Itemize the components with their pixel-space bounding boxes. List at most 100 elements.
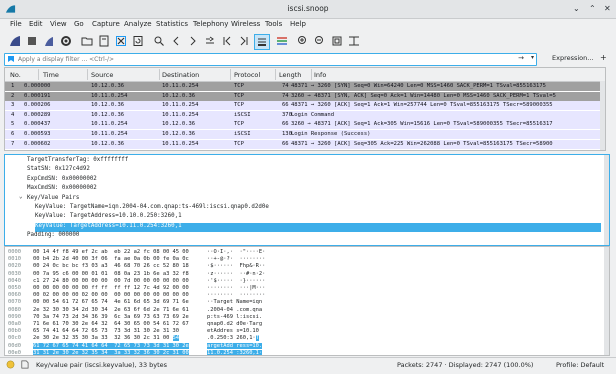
close-icon[interactable]: ✕ bbox=[604, 4, 611, 13]
hex-ascii-highlighted[interactable]: 11.0.254 :3260,1· bbox=[207, 349, 263, 355]
hex-ascii[interactable]: qnap0.d2 d0e·Targ bbox=[207, 321, 262, 327]
tree-item[interactable]: TargetTransferTag: 0xffffffff bbox=[27, 157, 587, 166]
tree-item[interactable]: StatSN: 0x127c4d92 bbox=[27, 166, 587, 175]
hex-bytes[interactable]: c1 27 24 80 00 00 00 00 00 7d 00 00 00 0… bbox=[33, 278, 189, 284]
packet-list-scrollbar[interactable] bbox=[600, 81, 605, 150]
open-file-icon[interactable] bbox=[80, 34, 94, 48]
capture-options-gear-icon[interactable] bbox=[59, 34, 73, 48]
packet-row[interactable]: 3 0.000206 10.12.0.36 10.11.0.254 TCP 66 48371… bbox=[5, 101, 605, 111]
colorize-icon[interactable] bbox=[275, 34, 289, 48]
status-profile[interactable]: Profile: Default bbox=[556, 361, 604, 369]
last-packet-icon[interactable] bbox=[237, 34, 251, 48]
normal-size-icon[interactable] bbox=[330, 34, 344, 48]
add-filter-button[interactable]: + bbox=[600, 53, 607, 62]
column-source[interactable]: Source bbox=[91, 71, 113, 79]
expression-button[interactable]: Expression... bbox=[552, 54, 593, 62]
menu-statistics[interactable]: Statistics bbox=[156, 20, 188, 28]
close-file-icon[interactable] bbox=[114, 34, 128, 48]
column-length[interactable]: Length bbox=[279, 71, 301, 79]
hex-ascii[interactable]: 11.0.254 :3260,1· bbox=[207, 349, 263, 355]
hex-ascii[interactable]: ········ ········ bbox=[207, 292, 265, 298]
hex-ascii[interactable]: p:ts-469 l:iscsi. bbox=[207, 314, 262, 320]
packet-row[interactable]: 1 0.000000 10.12.0.36 10.11.0.254 TCP 74 48371… bbox=[5, 82, 605, 91]
shark-fin-start-icon[interactable] bbox=[8, 34, 22, 48]
hex-ascii[interactable]: ·$······ Fhp&·R·· bbox=[207, 263, 265, 269]
column-no[interactable]: No. bbox=[10, 71, 21, 79]
tree-item[interactable]: Padding: 000000 bbox=[27, 232, 587, 241]
hex-ascii[interactable]: .2004-04 .com.qna bbox=[207, 307, 262, 313]
hex-bytes[interactable]: 00 b4 2b 2d 40 00 3f 06 fa ae 0a 0b 00 f… bbox=[33, 256, 189, 262]
find-packet-search-icon[interactable] bbox=[152, 34, 166, 48]
menu-go[interactable]: Go bbox=[74, 20, 84, 28]
stop-capture-icon[interactable] bbox=[25, 34, 39, 48]
hex-bytes[interactable]: 65 74 41 64 64 72 65 73 73 3d 31 30 2e 3… bbox=[33, 328, 179, 334]
hex-bytes[interactable]: 61 72 67 65 74 41 64 64 72 65 73 73 3d 3… bbox=[33, 342, 189, 349]
tree-item[interactable]: ExpCmdSN: 0x00000002 bbox=[27, 176, 587, 185]
hex-bytes-highlighted[interactable]: 54 bbox=[172, 335, 180, 342]
hex-ascii[interactable]: .0.250:3 260,1·T bbox=[207, 335, 259, 342]
go-to-packet-icon[interactable] bbox=[203, 34, 217, 48]
menu-edit[interactable]: Edit bbox=[29, 20, 43, 28]
tree-item[interactable]: MaxCmdSN: 0x00000002 bbox=[27, 185, 587, 194]
hex-ascii[interactable]: ·'$····· ·}······ bbox=[207, 278, 265, 284]
hex-ascii[interactable]: ········ ···|M··· bbox=[207, 285, 265, 291]
hex-bytes[interactable]: 00 7a 95 c6 00 00 01 01 08 0a 23 1b 6e a… bbox=[33, 271, 189, 277]
go-back-chevron-icon[interactable] bbox=[169, 34, 183, 48]
first-packet-icon[interactable] bbox=[220, 34, 234, 48]
restart-fin-icon[interactable] bbox=[42, 34, 56, 48]
bookmark-icon[interactable] bbox=[7, 55, 15, 63]
hex-bytes[interactable]: 00 00 54 61 72 67 65 74 4e 61 6d 65 3d 6… bbox=[33, 299, 189, 305]
menu-analyze[interactable]: Analyze bbox=[124, 20, 152, 28]
column-info[interactable]: Info bbox=[314, 71, 326, 79]
zoom-in-icon[interactable] bbox=[296, 34, 310, 48]
tree-item[interactable]: KeyValue: TargetAddress=10.10.0.250:3260… bbox=[35, 213, 601, 222]
menu-view[interactable]: View bbox=[50, 20, 67, 28]
apply-filter-arrow-icon[interactable]: → bbox=[518, 54, 524, 62]
go-forward-chevron-icon[interactable] bbox=[186, 34, 200, 48]
bytes-scrollbar[interactable] bbox=[604, 247, 609, 355]
expert-info-icon[interactable] bbox=[6, 360, 15, 371]
save-file-icon[interactable] bbox=[97, 34, 111, 48]
display-filter-field[interactable]: → ▾ bbox=[4, 53, 537, 66]
hex-bytes[interactable]: 70 3a 74 73 2d 34 36 39 6c 3a 69 73 63 7… bbox=[33, 314, 189, 320]
autoscroll-icon[interactable] bbox=[254, 34, 270, 50]
column-destination[interactable]: Destination bbox=[162, 71, 199, 79]
hex-bytes[interactable]: 71 6e 61 70 30 2e 64 32 64 30 65 00 54 6… bbox=[33, 321, 189, 327]
menu-telephony[interactable]: Telephony bbox=[193, 20, 228, 28]
resize-columns-icon[interactable] bbox=[347, 34, 361, 48]
column-protocol[interactable]: Protocol bbox=[234, 71, 260, 79]
hex-bytes[interactable]: 00 02 00 00 00 02 00 00 00 00 00 00 00 0… bbox=[33, 292, 189, 298]
hex-bytes-highlighted[interactable]: 31 31 2e 30 2e 32 35 34 3a 33 32 36 30 2… bbox=[33, 349, 189, 355]
menu-help[interactable]: Help bbox=[290, 20, 306, 28]
hex-ascii[interactable]: ··+-@·?· ········ bbox=[207, 256, 265, 262]
packet-row[interactable]: 6 0.000593 10.11.0.254 10.12.0.36 iSCSI 130 Lo… bbox=[5, 130, 605, 139]
packet-row[interactable]: 2 0.000191 10.11.0.254 10.12.0.36 TCP 74 3260 … bbox=[5, 91, 605, 101]
filter-dropdown-chevron-icon[interactable]: ▾ bbox=[531, 54, 534, 61]
hex-bytes[interactable]: 2e 32 30 30 34 2d 30 34 2e 63 6f 6d 2e 7… bbox=[33, 307, 189, 313]
hex-bytes[interactable]: 00 14 4f f8 49 ef 2c ab eb 22 a2 fc 08 0… bbox=[33, 249, 189, 255]
hex-bytes-highlighted[interactable]: 61 72 67 65 74 41 64 64 72 65 73 73 3d 3… bbox=[33, 342, 189, 349]
packet-row[interactable]: 4 0.000289 10.12.0.36 10.11.0.254 iSCSI 370 Lo… bbox=[5, 110, 605, 120]
hex-bytes[interactable]: 2e 30 2e 32 35 30 3a 33 32 36 30 2c 31 0… bbox=[33, 335, 180, 342]
menu-tools[interactable]: Tools bbox=[265, 20, 282, 28]
column-time[interactable]: Time bbox=[43, 71, 59, 79]
reload-file-icon[interactable] bbox=[131, 34, 145, 48]
tree-node-expanded[interactable]: ⌄ Key/Value Pairs bbox=[19, 194, 587, 204]
tree-item[interactable]: KeyValue: TargetAddress=10.11.0.254:3260… bbox=[35, 222, 601, 232]
maximize-icon[interactable]: ⌃ bbox=[589, 4, 596, 13]
hex-ascii[interactable]: ··Target Name=iqn bbox=[207, 299, 262, 305]
details-scrollbar[interactable] bbox=[604, 155, 609, 245]
packet-row[interactable]: 7 0.000602 10.12.0.36 10.11.0.254 TCP 66 48371… bbox=[5, 139, 605, 149]
zoom-out-icon[interactable] bbox=[313, 34, 327, 48]
hex-ascii-highlighted[interactable]: T bbox=[255, 335, 259, 342]
expand-chevron-icon[interactable]: ⌄ bbox=[19, 194, 23, 200]
hex-bytes[interactable]: 31 31 2e 30 2e 32 35 34 3a 33 32 36 30 2… bbox=[33, 349, 189, 355]
menu-wireless[interactable]: Wireless bbox=[231, 20, 260, 28]
display-filter-input[interactable] bbox=[18, 54, 518, 64]
hex-bytes[interactable]: 00 00 00 00 00 00 ff ff ff ff 12 7c 4d 9… bbox=[33, 285, 189, 291]
hex-bytes[interactable]: 00 24 0c bc bc f3 03 a3 46 68 70 26 cc 5… bbox=[33, 263, 189, 269]
hex-ascii[interactable]: argetAdd ress=10. bbox=[207, 342, 263, 349]
packet-row[interactable]: 5 0.000437 10.11.0.254 10.12.0.36 TCP 66 3260 … bbox=[5, 120, 605, 130]
menu-file[interactable]: File bbox=[10, 20, 22, 28]
menu-capture[interactable]: Capture bbox=[92, 20, 120, 28]
